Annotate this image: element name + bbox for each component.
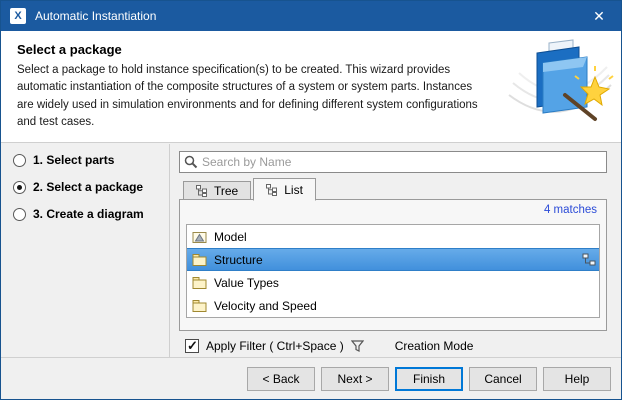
vertical-divider — [169, 144, 170, 357]
filter-row: Apply Filter ( Ctrl+Space ) Creation Mod… — [185, 339, 473, 353]
step-create-diagram[interactable]: 3. Create a diagram — [13, 207, 163, 221]
view-tabs: Tree List — [183, 177, 316, 200]
package-icon — [192, 253, 208, 267]
tab-list[interactable]: List — [253, 178, 316, 201]
button-bar: < Back Next > Finish Cancel Help — [1, 357, 621, 399]
list-item-value-types[interactable]: Value Types — [187, 271, 599, 294]
list-item-model[interactable]: Model — [187, 225, 599, 248]
app-icon: X — [10, 8, 26, 24]
title-bar: X Automatic Instantiation ✕ — [1, 1, 621, 31]
wizard-illustration-icon — [503, 33, 615, 139]
tab-tree[interactable]: Tree — [183, 181, 251, 200]
list-item-label: Velocity and Speed — [214, 299, 317, 313]
step-label: 1. Select parts — [33, 153, 114, 167]
list-item-structure[interactable]: Structure — [187, 248, 599, 271]
package-list: Model Structure Value T — [186, 224, 600, 318]
step-label: 3. Create a diagram — [33, 207, 144, 221]
filter-funnel-icon[interactable] — [351, 340, 364, 352]
list-item-label: Model — [214, 230, 247, 244]
search-box — [179, 151, 607, 173]
step-select-package[interactable]: 2. Select a package — [13, 180, 163, 194]
radio-icon — [13, 208, 26, 221]
tab-label: List — [284, 183, 303, 197]
page-description: Select a package to hold instance specif… — [17, 62, 489, 131]
list-tab-icon — [266, 184, 279, 196]
window-title: Automatic Instantiation — [35, 9, 156, 23]
step-label: 2. Select a package — [33, 180, 143, 194]
cancel-button[interactable]: Cancel — [469, 367, 537, 391]
wizard-header: Select a package Select a package to hol… — [1, 31, 621, 143]
step-select-parts[interactable]: 1. Select parts — [13, 153, 163, 167]
apply-filter-checkbox[interactable] — [185, 339, 199, 353]
tab-label: Tree — [214, 184, 238, 198]
automatic-instantiation-dialog: X Automatic Instantiation ✕ Select a pac… — [0, 0, 622, 400]
tree-tab-icon — [196, 185, 209, 197]
apply-filter-label: Apply Filter ( Ctrl+Space ) — [206, 339, 344, 353]
close-button[interactable]: ✕ — [577, 1, 621, 31]
list-item-velocity-and-speed[interactable]: Velocity and Speed — [187, 294, 599, 317]
model-icon — [192, 230, 208, 244]
package-icon — [192, 299, 208, 313]
results-panel: 4 matches Model Structure — [179, 199, 607, 331]
next-button[interactable]: Next > — [321, 367, 389, 391]
page-title: Select a package — [17, 42, 122, 57]
structure-icon — [582, 253, 596, 266]
search-input[interactable] — [202, 153, 602, 171]
radio-selected-icon — [13, 181, 26, 194]
package-icon — [192, 276, 208, 290]
magnifier-icon — [184, 155, 198, 169]
help-button[interactable]: Help — [543, 367, 611, 391]
back-button[interactable]: < Back — [247, 367, 315, 391]
finish-button[interactable]: Finish — [395, 367, 463, 391]
matches-count: 4 matches — [544, 204, 597, 216]
creation-mode-label: Creation Mode — [395, 339, 474, 353]
list-item-label: Value Types — [214, 276, 279, 290]
list-item-label: Structure — [214, 253, 263, 267]
wizard-steps: 1. Select parts 2. Select a package 3. C… — [13, 153, 163, 234]
radio-icon — [13, 154, 26, 167]
